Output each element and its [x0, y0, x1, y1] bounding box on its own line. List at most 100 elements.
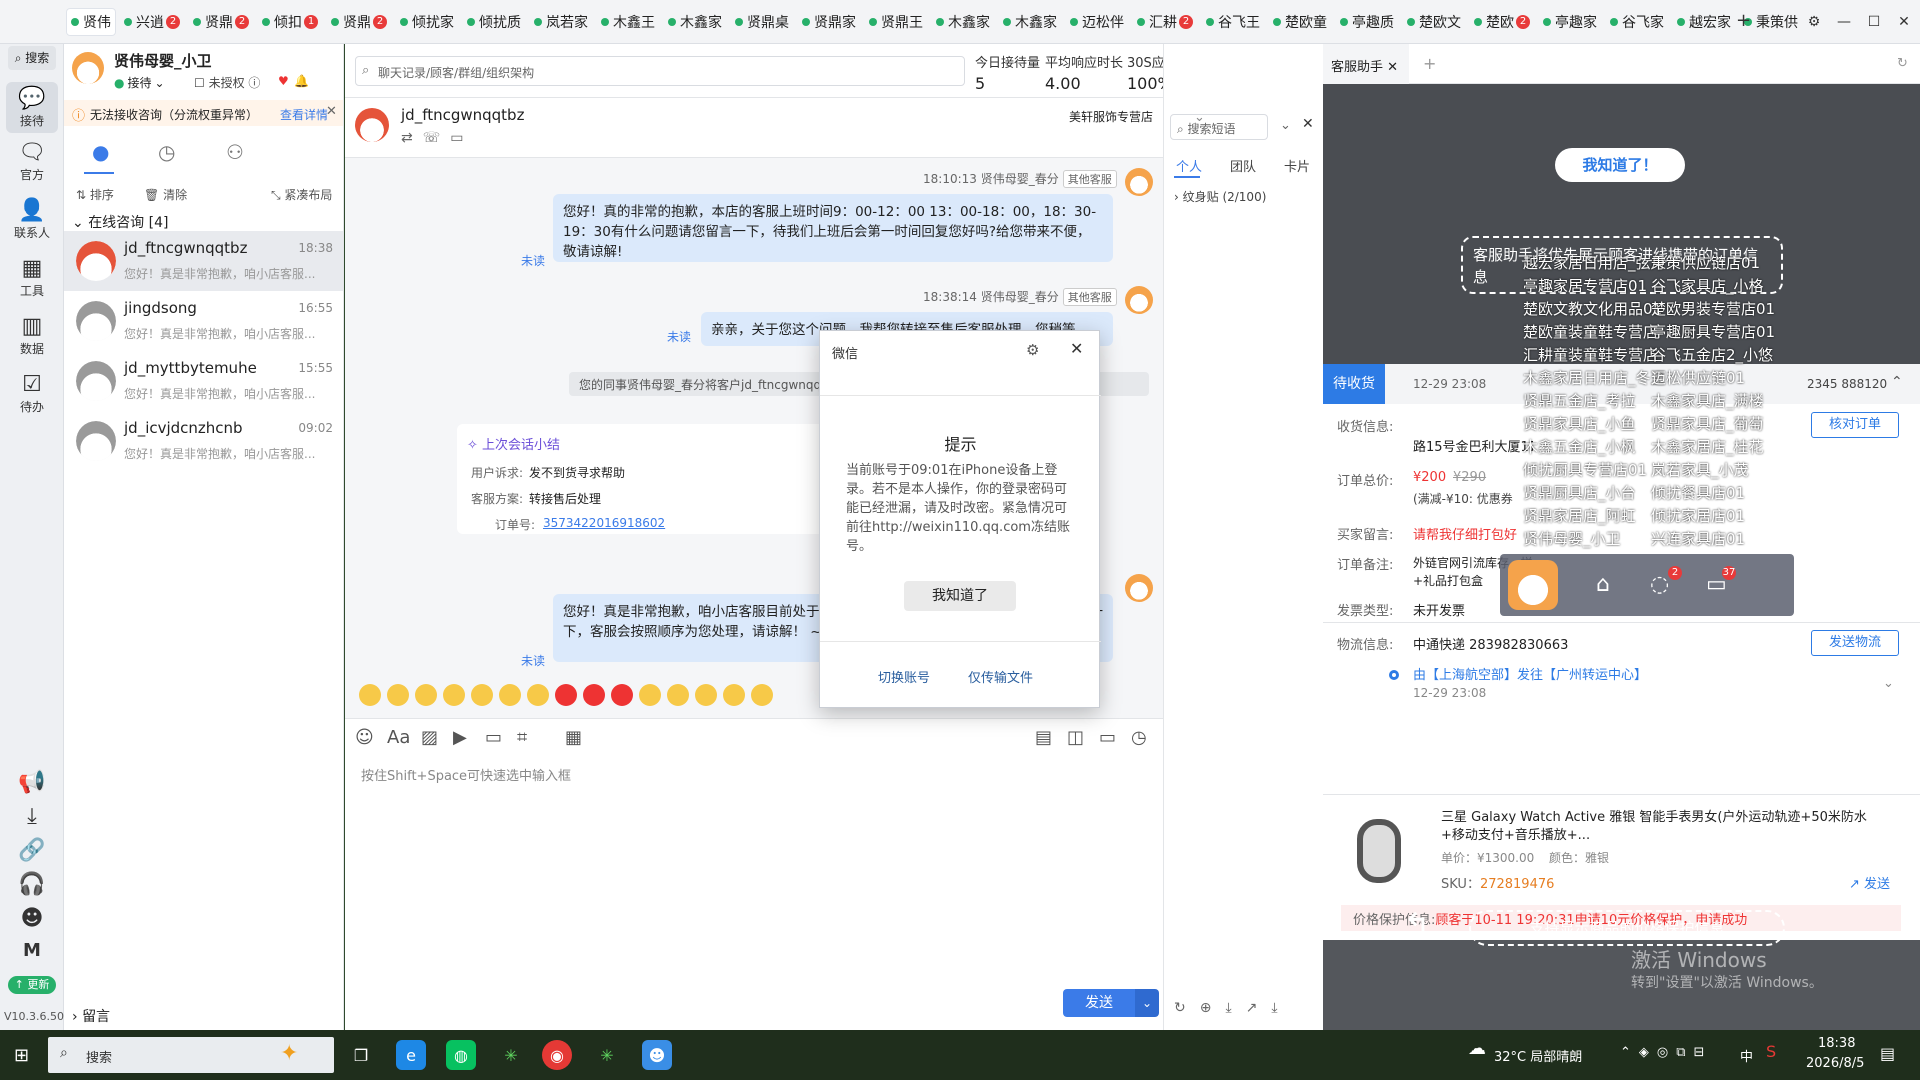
phrase-group[interactable]: › 纹身贴 (2/100): [1174, 188, 1266, 205]
download-icon[interactable]: ⤓: [6, 804, 58, 830]
store-tab[interactable]: 贤鼎 2: [188, 8, 254, 36]
emoji-icon[interactable]: [415, 684, 437, 706]
table-icon[interactable]: ▦: [565, 727, 582, 748]
chat-tab-icon[interactable]: ●: [92, 140, 109, 164]
store-tab[interactable]: 楚欧文: [1402, 8, 1466, 36]
product-name[interactable]: 三星 Galaxy Watch Active 雅银 智能手表男女(户外运动轨迹+…: [1441, 809, 1867, 845]
global-search-button[interactable]: ⌕ 搜索: [8, 46, 56, 70]
send-product-button[interactable]: ↗ 发送: [1849, 873, 1890, 892]
store-tab[interactable]: 越宏家: [1672, 8, 1736, 36]
history-tab-icon[interactable]: ◷: [158, 140, 175, 164]
comment-icon[interactable]: ▭: [1099, 727, 1116, 748]
switch-account-link[interactable]: 切换账号: [878, 667, 930, 686]
store-tab[interactable]: 岚若家: [529, 8, 593, 36]
add-tab-icon[interactable]: +: [1736, 10, 1751, 31]
store-tab[interactable]: 迈松伴: [1065, 8, 1129, 36]
store-tab[interactable]: 木鑫家: [663, 8, 727, 36]
store-tab[interactable]: 贤鼎桌: [730, 8, 794, 36]
wechat-icon[interactable]: ◍: [446, 1040, 476, 1070]
emoji-icon[interactable]: [639, 684, 661, 706]
store-tab[interactable]: 贤伟: [66, 7, 116, 36]
search-input[interactable]: ⌕ 聊天记录/顾客/群组/组织架构: [355, 56, 965, 86]
refresh-icon[interactable]: ↻: [1897, 56, 1908, 71]
files-only-link[interactable]: 仅传输文件: [968, 667, 1033, 686]
order-number-link[interactable]: 3573422016918602: [543, 516, 665, 530]
store-tab[interactable]: 亭趣质: [1335, 8, 1399, 36]
store-tab[interactable]: 贤鼎家: [797, 8, 861, 36]
tray-icons[interactable]: ⌃◈◎⧉⊟: [1620, 1045, 1712, 1060]
nav-official[interactable]: 🗨 官方: [6, 140, 58, 183]
close-panel-icon[interactable]: ✕: [1302, 116, 1314, 132]
maximize-icon[interactable]: ☐: [1862, 10, 1886, 34]
video-icon[interactable]: ▶: [453, 727, 467, 748]
phrase-search-input[interactable]: ⌕ 搜索短语: [1170, 114, 1268, 140]
bell-icon[interactable]: 🔔: [294, 74, 309, 88]
heart-icon[interactable]: ♥: [278, 74, 289, 88]
app-chat-icon[interactable]: ☻: [642, 1040, 672, 1070]
conversation-item[interactable]: jd_myttbytemuhe 15:55 您好！真是非常抱歉，咱小店客服...: [64, 351, 343, 411]
emoji-icon[interactable]: [751, 684, 773, 706]
taskbar-search[interactable]: ⌕ 搜索 ✦: [48, 1037, 334, 1073]
folder-icon[interactable]: ▭: [485, 727, 502, 748]
emoji-icon[interactable]: [443, 684, 465, 706]
task-view-icon[interactable]: ❐: [346, 1040, 376, 1070]
store-tab[interactable]: 木鑫家: [931, 8, 995, 36]
edge-icon[interactable]: e: [396, 1040, 426, 1070]
close-icon[interactable]: ✕: [326, 104, 337, 119]
emoji-icon[interactable]: [583, 684, 605, 706]
store-tab[interactable]: 木鑫王: [596, 8, 660, 36]
windows-start-icon[interactable]: ⊞: [14, 1045, 29, 1066]
store-tab[interactable]: 谷飞王: [1201, 8, 1265, 36]
message-bubble[interactable]: 您好！真的非常的抱歉，本店的客服上班时间9：00-12：00 13：00-18：…: [553, 194, 1113, 262]
home-icon[interactable]: ⌂: [1596, 572, 1610, 597]
check-order-button[interactable]: 核对订单: [1811, 412, 1899, 438]
tab-personal[interactable]: 个人: [1176, 156, 1202, 175]
store-tab[interactable]: 楚欧 2: [1469, 8, 1535, 36]
auth-status[interactable]: ☐ 未授权 ⓘ: [194, 74, 260, 91]
nav-data[interactable]: ▥ 数据: [6, 314, 58, 357]
tab-team[interactable]: 团队: [1230, 156, 1256, 175]
collapse-icon[interactable]: ⌄: [1280, 118, 1291, 133]
clear-button[interactable]: 🗑 清除: [144, 186, 187, 203]
message-input[interactable]: 按住Shift+Space可快速选中输入框: [361, 765, 571, 784]
m-logo-icon[interactable]: M: [6, 940, 58, 961]
gear-icon[interactable]: ⚙: [1026, 341, 1039, 359]
font-icon[interactable]: Aa: [387, 727, 410, 748]
heart-emoji-icon[interactable]: [555, 684, 577, 706]
emoji-icon[interactable]: [527, 684, 549, 706]
close-icon[interactable]: ✕: [1892, 10, 1916, 34]
emoji-icon[interactable]: [499, 684, 521, 706]
store-tab[interactable]: 倾扰家: [395, 8, 459, 36]
minimize-icon[interactable]: —: [1832, 10, 1856, 34]
app-star-icon[interactable]: ✳: [592, 1040, 622, 1070]
emoji-icon[interactable]: [723, 684, 745, 706]
app-star-icon[interactable]: ✳: [496, 1040, 526, 1070]
headset-icon[interactable]: 🎧: [6, 872, 58, 898]
emoji-icon[interactable]: [359, 684, 381, 706]
store-tab[interactable]: 倾扰质: [462, 8, 526, 36]
store-tab[interactable]: 木鑫家: [998, 8, 1062, 36]
announce-icon[interactable]: 📢: [6, 770, 58, 796]
collapse-chevron-icon[interactable]: ⌃: [1891, 374, 1903, 390]
assistant-tab[interactable]: 客服助手 ✕: [1323, 44, 1409, 84]
store-tab[interactable]: 亭趣家: [1538, 8, 1602, 36]
clipboard-icon[interactable]: ▤: [1035, 727, 1052, 748]
conversation-item[interactable]: jingdsong 16:55 您好！真是非常抱歉，咱小店客服...: [64, 291, 343, 351]
status-dropdown[interactable]: ● 接待 ⌄: [114, 74, 165, 91]
clock-time[interactable]: 18:38: [1818, 1036, 1855, 1051]
camera-icon[interactable]: ◫: [1067, 727, 1084, 748]
send-button[interactable]: 发送: [1063, 989, 1135, 1017]
panel-footer-icons[interactable]: ↻⊕⤓↗⤓: [1174, 1000, 1292, 1016]
store-tab[interactable]: 贤鼎王: [864, 8, 928, 36]
profile-avatar[interactable]: [72, 52, 104, 84]
app-red-icon[interactable]: ◉: [542, 1040, 572, 1070]
close-icon[interactable]: ✕: [1070, 339, 1083, 358]
update-button[interactable]: ↑ 更新: [8, 976, 56, 994]
dock-avatar[interactable]: [1508, 560, 1558, 610]
conversation-item[interactable]: jd_icvjdcnzhcnb 09:02 您好！真是非常抱歉，咱小店客服...: [64, 411, 343, 471]
nav-todo[interactable]: ☑ 待办: [6, 372, 58, 415]
customer-avatar[interactable]: [355, 108, 389, 142]
store-tab[interactable]: 楚欧童: [1268, 8, 1332, 36]
store-tab[interactable]: 兴逍 2: [119, 8, 185, 36]
sogou-icon[interactable]: S: [1766, 1042, 1776, 1061]
